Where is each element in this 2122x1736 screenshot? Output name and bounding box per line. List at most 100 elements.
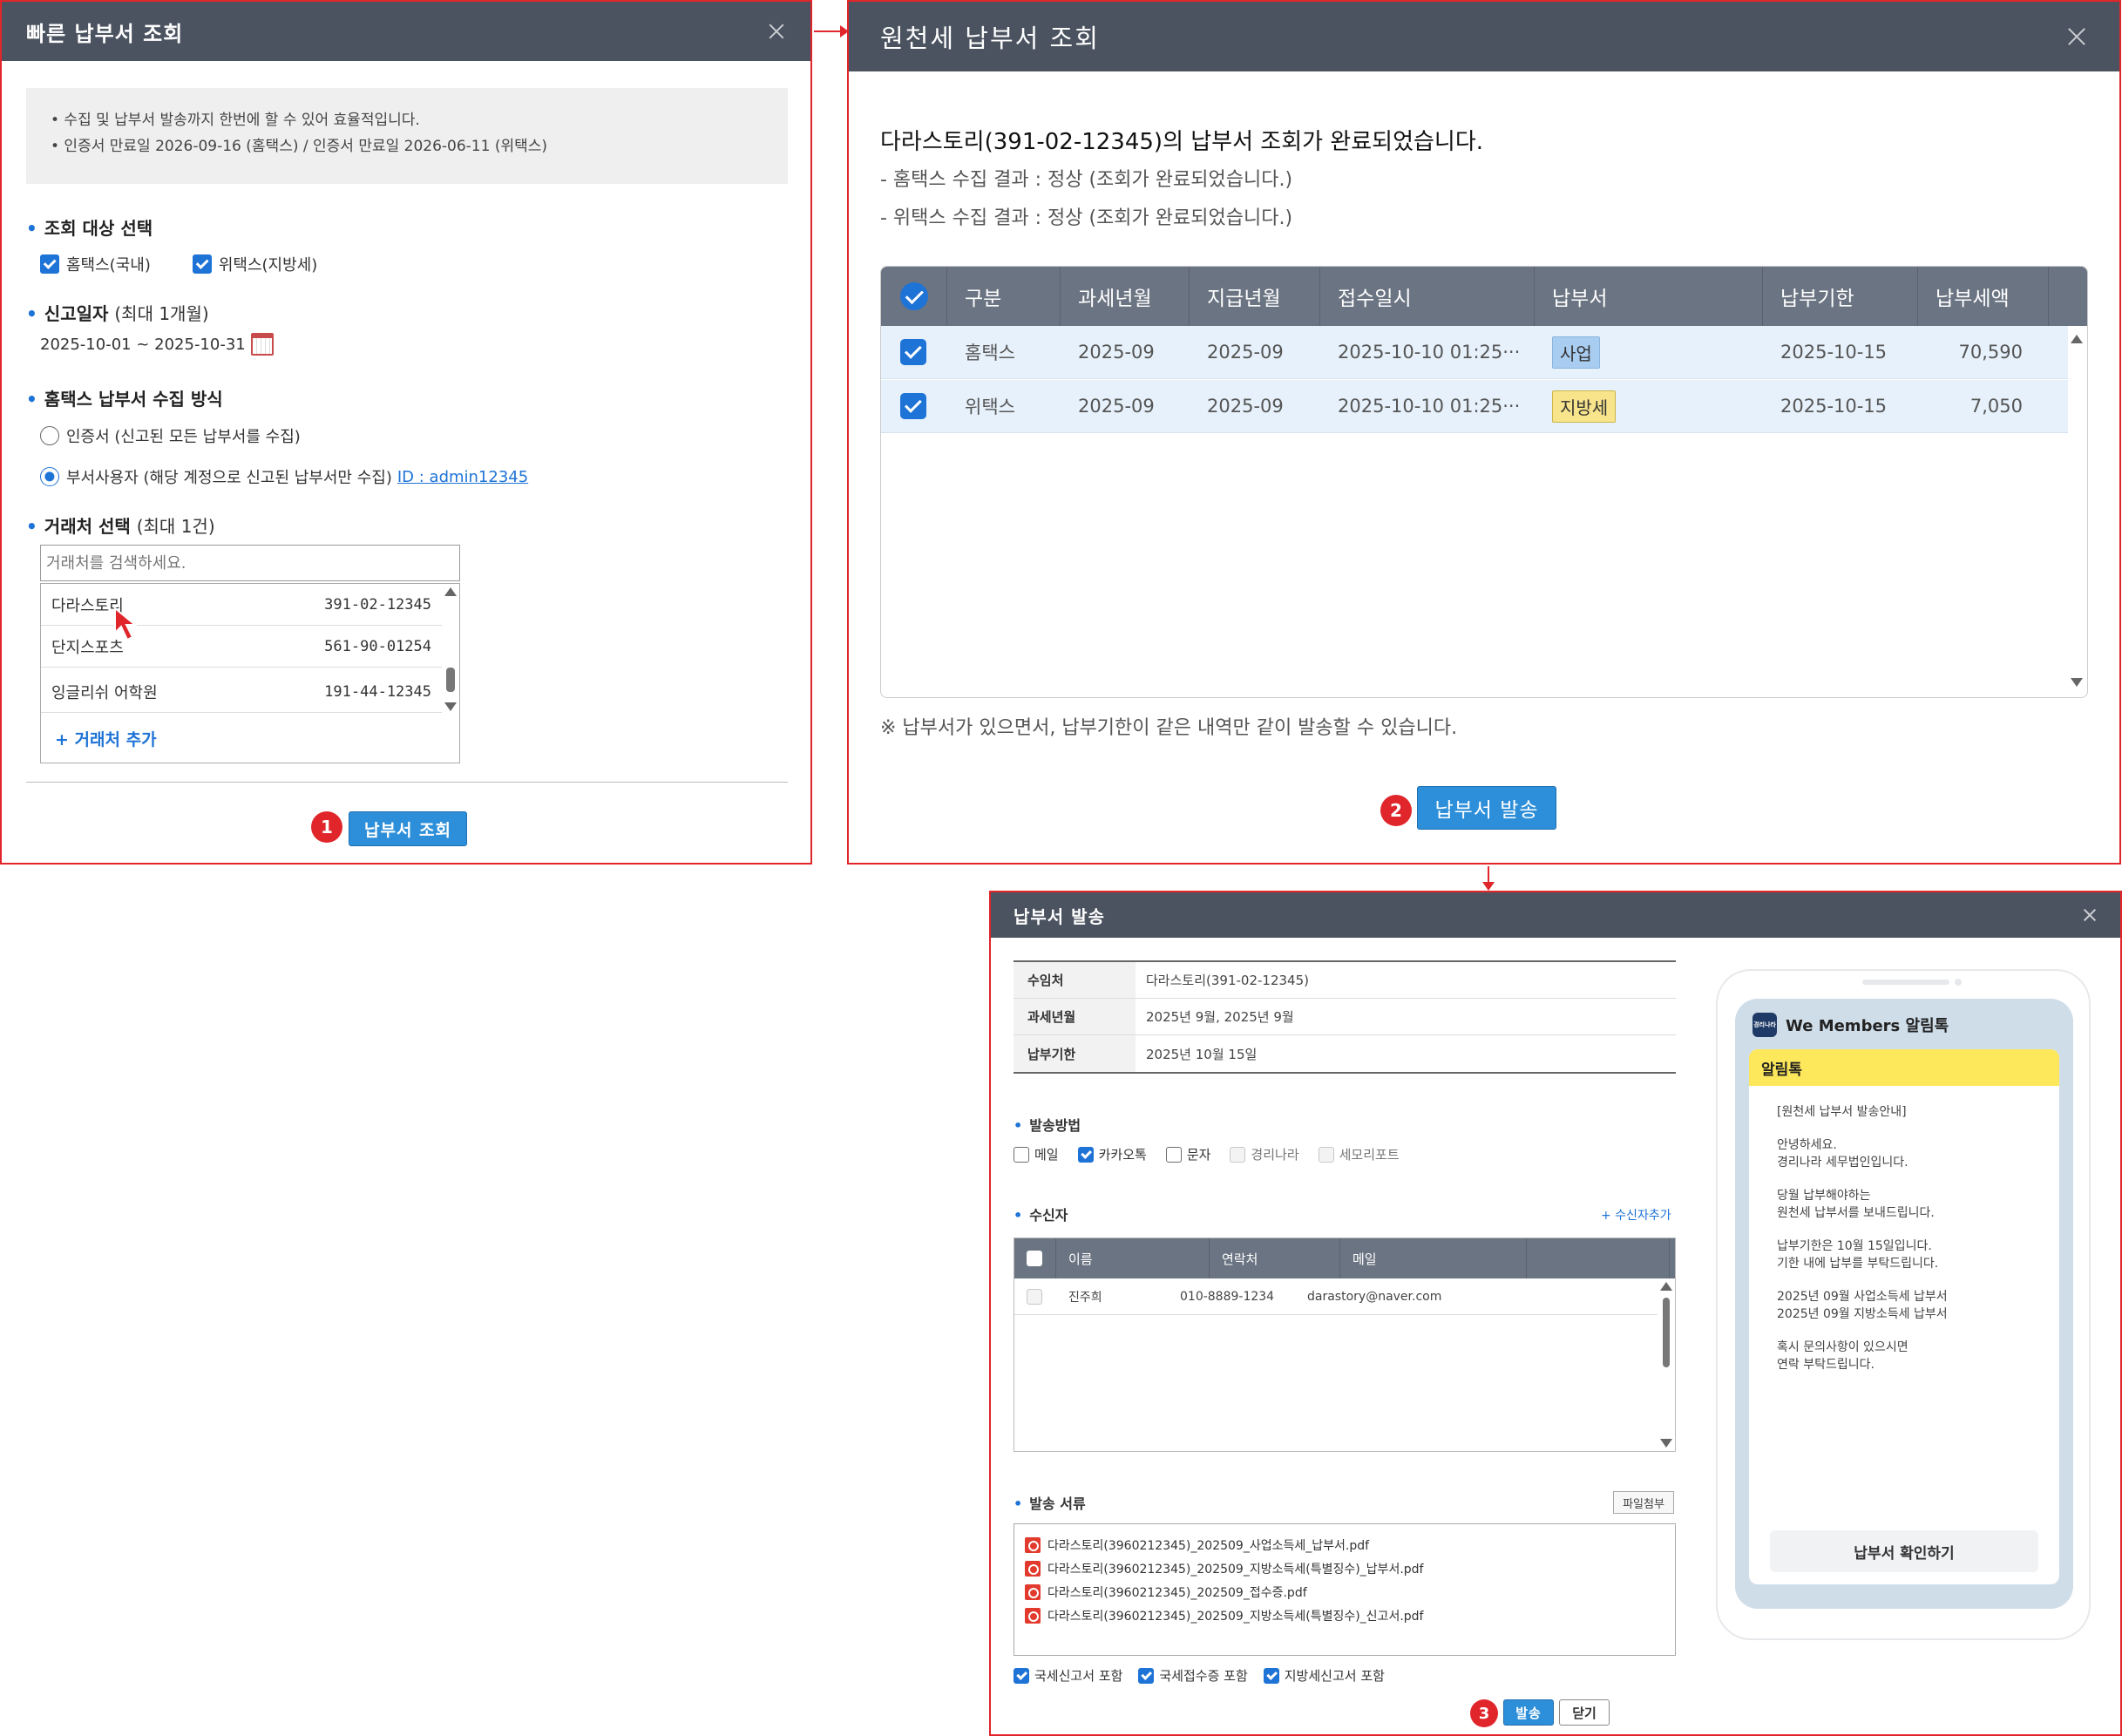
recipient-grid: 이름 연락처 메일 진주희 010-8889-1234 darastory@na… [1014,1238,1676,1452]
hometax-label: 홈택스(국내) [66,256,151,275]
recipient-title: 수신자 [1014,1204,1068,1224]
vendor-search-input[interactable] [40,545,460,581]
include-option[interactable]: 지방세신고서 포함 [1263,1666,1385,1685]
notice-line: • 수집 및 납부서 발송까지 한번에 할 수 있어 효율적입니다. [51,112,420,129]
close-icon[interactable] [2082,907,2098,923]
confirm-bill-button[interactable]: 납부서 확인하기 [1770,1530,2038,1572]
bill-badge[interactable]: 사업 [1552,336,1600,369]
phone-screen: 경리나라 We Members 알림톡 알림톡 [원천세 납부서 발송안내] 안… [1735,999,2073,1609]
message-line: 당월 납부해야하는 [1777,1189,1871,1203]
app-header: 경리나라 We Members 알림톡 [1753,1013,1949,1037]
table-row[interactable]: 위택스 2025-09 2025-09 2025-10-10 01:25··· … [881,380,2068,433]
info-table: 수임처 다라스토리(391-02-12345) 과세년월 2025년 9월, 2… [1014,960,1676,1074]
include-checkbox[interactable] [1138,1667,1155,1684]
pay-month-cell: 2025-09 [1207,342,1284,363]
amount-cell: 7,050 [1969,396,2023,417]
flow-arrow-down [1482,866,1495,891]
dialog-title: 빠른 납부서 조회 [26,21,184,46]
document-item[interactable]: 다라스토리(3960212345)_202509_지방소득세(특별징수)_신고서… [1025,1604,1664,1627]
bill-send-dialog: 납부서 발송 수임처 다라스토리(391-02-12345) 과세년월 2025… [989,891,2122,1736]
row-checkbox[interactable] [1027,1288,1042,1305]
dialog-title: 원천세 납부서 조회 [880,24,1100,53]
include-option[interactable]: 국세접수증 포함 [1138,1666,1248,1685]
calendar-icon[interactable] [250,333,274,356]
scroll-thumb[interactable] [1663,1298,1670,1367]
scroll-down-icon[interactable] [444,702,457,711]
send-button[interactable]: 발송 [1503,1699,1554,1726]
report-date-value[interactable]: 2025-10-01 ~ 2025-10-31 [40,336,246,354]
scroll-up-icon[interactable] [1660,1282,1672,1291]
column-header: 구분 [947,267,1061,326]
app-name: We Members 알림톡 [1786,1017,1949,1035]
table-row[interactable]: 진주희 010-8889-1234 darastory@naver.com [1014,1278,1658,1315]
add-recipient-link[interactable]: + 수신자추가 [1601,1206,1671,1224]
scroll-up-icon[interactable] [2071,335,2083,343]
include-checkbox[interactable] [1263,1667,1279,1684]
include-option[interactable]: 국세신고서 포함 [1014,1666,1122,1685]
pay-month-cell: 2025-09 [1207,396,1284,417]
bill-lookup-button[interactable]: 납부서 조회 [349,811,467,846]
sms-checkbox[interactable] [1165,1146,1182,1163]
add-vendor-link[interactable]: + 거래처 추가 [55,727,157,750]
vendor-item[interactable]: 단지스포츠 561-90-01254 [41,626,442,668]
vendor-list: 다라스토리 391-02-12345 단지스포츠 561-90-01254 잉글… [40,583,460,763]
close-button[interactable]: 닫기 [1559,1699,1610,1726]
step-badge: 2 [1380,795,1412,826]
document-item[interactable]: 다라스토리(3960212345)_202509_지방소득세(특별징수)_납부서… [1025,1556,1664,1580]
grid-header: 구분 과세년월 지급년월 접수일시 납부서 납부기한 납부세액 [881,267,2087,326]
due-cell: 2025-10-15 [1780,396,1888,417]
message-line: 기한 내에 납부를 부탁드립니다. [1777,1257,1939,1271]
hometax-result-line: - 홈택스 수집 결과 : 정상 (조회가 완료되었습니다.) [880,169,1293,191]
scroll-up-icon[interactable] [444,587,457,596]
phone-speaker [1862,980,1949,985]
row-checkbox[interactable] [900,339,926,365]
vendor-item[interactable]: 잉글리쉬 어학원 191-44-12345 [41,671,442,713]
column-header: 납부서 [1535,267,1763,326]
collect-method-section-title: 홈택스 납부서 수집 방식 [26,385,223,410]
mail-checkbox[interactable] [1014,1146,1029,1163]
document-item[interactable]: 다라스토리(3960212345)_202509_사업소득세_납부서.pdf [1025,1533,1664,1556]
hometax-checkbox[interactable] [40,254,59,274]
message-line: 납부기한은 10월 15일입니다. [1777,1239,1932,1253]
dialog-titlebar: 납부서 발송 [991,892,2120,938]
quick-bill-lookup-dialog: 빠른 납부서 조회 • 수집 및 납부서 발송까지 한번에 할 수 있어 효율적… [0,0,812,865]
send-method-title: 발송방법 [1014,1114,1081,1135]
collect-method-option: 인증서 (신고된 모든 납부서를 수집) [40,424,301,447]
type-cell: 위택스 [965,397,1015,417]
method-option[interactable]: 카카오톡 [1077,1145,1147,1163]
method-option[interactable]: 메일 [1014,1145,1059,1163]
divider [26,782,788,783]
step-badge: 3 [1470,1699,1498,1727]
info-row: 수임처 다라스토리(391-02-12345) [1014,962,1676,999]
department-user-radio[interactable] [40,467,59,486]
scroll-thumb[interactable] [446,668,455,692]
vendor-number: 191-44-12345 [324,682,431,701]
method-option[interactable]: 문자 [1165,1145,1210,1163]
document-item[interactable]: 다라스토리(3960212345)_202509_접수증.pdf [1025,1580,1664,1604]
bill-badge[interactable]: 지방세 [1552,390,1617,423]
row-checkbox[interactable] [900,393,926,419]
attach-file-button[interactable]: 파일첨부 [1613,1491,1674,1514]
select-all-checkbox[interactable] [1027,1251,1042,1266]
certificate-radio[interactable] [40,426,59,445]
recipient-scrollbar[interactable] [1659,1282,1673,1448]
scroll-down-icon[interactable] [2071,678,2083,687]
send-bill-button[interactable]: 납부서 발송 [1417,786,1556,830]
vendor-scrollbar[interactable] [444,587,458,718]
wetax-checkbox[interactable] [192,254,212,274]
grid-scrollbar[interactable] [2068,329,2085,692]
include-options: 국세신고서 포함 국세접수증 포함 지방세신고서 포함 [1014,1666,1404,1685]
include-checkbox[interactable] [1014,1667,1029,1684]
close-icon[interactable] [767,22,786,41]
table-row[interactable]: 홈택스 2025-09 2025-09 2025-10-10 01:25··· … [881,326,2068,379]
method-option: 세모리포트 [1318,1145,1400,1163]
scroll-down-icon[interactable] [1660,1439,1672,1448]
user-id-link[interactable]: ID : admin12345 [397,468,528,486]
kakaotalk-checkbox[interactable] [1077,1146,1094,1163]
column-header: 접수일시 [1320,267,1535,326]
column-header: 납부세액 [1918,267,2049,326]
close-icon[interactable] [2065,25,2088,48]
semo-report-checkbox [1318,1146,1334,1163]
vendor-item[interactable]: 다라스토리 391-02-12345 [41,584,442,626]
select-all-checkbox[interactable] [900,282,928,310]
